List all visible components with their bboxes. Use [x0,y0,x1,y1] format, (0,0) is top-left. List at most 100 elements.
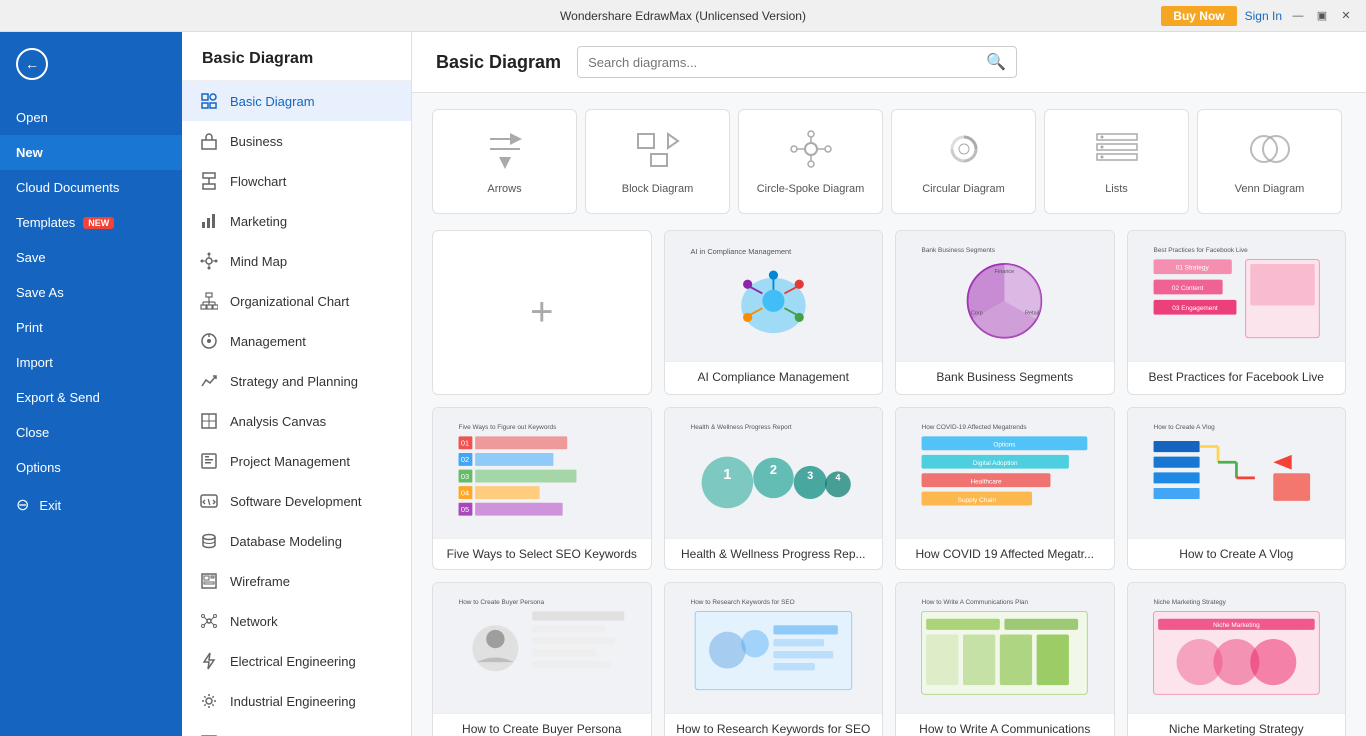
template-label: Bank Business Segments [896,361,1114,392]
template-card-seo[interactable]: Five Ways to Figure out Keywords 01 02 0… [432,407,652,570]
template-thumb: AI in Compliance Management [665,231,883,361]
sidebar-item-save[interactable]: Save [0,240,182,275]
secondary-item-software-dev[interactable]: Software Development [182,481,411,521]
svg-text:How to Research Keywords for S: How to Research Keywords for SEO [690,599,794,606]
svg-text:3: 3 [807,470,813,482]
template-card-niche-marketing[interactable]: Niche Marketing Strategy Niche Marketing… [1127,582,1347,736]
secondary-sidebar-title: Basic Diagram [182,32,411,81]
template-card-covid[interactable]: How COVID-19 Affected Megatrends Options… [895,407,1115,570]
template-card-comms-plan[interactable]: How to Write A Communications Plan How t… [895,582,1115,736]
page-title: Basic Diagram [436,52,561,73]
minimize-button[interactable]: — [1290,8,1306,24]
sidebar-item-open[interactable]: Open [0,100,182,135]
buy-now-button[interactable]: Buy Now [1161,6,1236,26]
svg-text:03 Engagement: 03 Engagement [1172,305,1218,312]
svg-text:4: 4 [835,472,841,482]
template-label: Health & Wellness Progress Rep... [665,538,883,569]
category-label: Circle-Spoke Diagram [757,183,865,195]
template-label: Best Practices for Facebook Live [1128,361,1346,392]
template-thumb: How to Research Keywords for SEO [665,583,883,713]
secondary-item-flowchart[interactable]: Flowchart [182,161,411,201]
back-button[interactable]: ← [0,32,182,96]
secondary-item-management[interactable]: Management [182,321,411,361]
secondary-item-electrical[interactable]: Electrical Engineering [182,641,411,681]
sidebar-label-options: Options [16,460,61,475]
svg-text:Corp: Corp [971,310,983,316]
svg-text:01 Strategy: 01 Strategy [1176,264,1210,271]
svg-text:How COVID-19 Affected Megatren: How COVID-19 Affected Megatrends [922,424,1027,431]
template-thumb: Five Ways to Figure out Keywords 01 02 0… [433,408,651,538]
sidebar-item-save-as[interactable]: Save As [0,275,182,310]
maximize-button[interactable]: ▣ [1314,8,1330,24]
secondary-item-label: Project Management [230,454,350,469]
template-card-buyer-persona[interactable]: How to Create Buyer Persona How to Creat… [432,582,652,736]
category-card-venn[interactable]: Venn Diagram [1197,109,1342,214]
template-label: How COVID 19 Affected Megatr... [896,538,1114,569]
secondary-item-network[interactable]: Network [182,601,411,641]
template-card-bank-business[interactable]: Bank Business Segments Finance Retail Co… [895,230,1115,395]
secondary-item-marketing[interactable]: Marketing [182,201,411,241]
category-card-circular[interactable]: Circular Diagram [891,109,1036,214]
sidebar-label-print: Print [16,320,43,335]
svg-text:Niche Marketing Strategy: Niche Marketing Strategy [1153,599,1226,606]
svg-text:Finance: Finance [995,269,1015,275]
template-label: How to Create Buyer Persona [433,713,651,736]
secondary-item-industrial[interactable]: Industrial Engineering [182,681,411,721]
strategy-icon [198,370,220,392]
arrows-icon [480,129,530,177]
search-input[interactable] [588,55,978,70]
secondary-item-wireframe[interactable]: Wireframe [182,561,411,601]
sidebar-item-export[interactable]: Export & Send [0,380,182,415]
software-dev-icon [198,490,220,512]
sidebar-item-close[interactable]: Close [0,415,182,450]
sidebar-item-options[interactable]: Options [0,450,182,485]
category-row: Arrows Block Diagram [432,109,1346,214]
template-grid: + AI in Compliance Management [432,230,1346,736]
marketing-icon [198,210,220,232]
diagram-grid: Arrows Block Diagram [412,93,1366,736]
secondary-item-analysis[interactable]: Analysis Canvas [182,401,411,441]
category-card-arrows[interactable]: Arrows [432,109,577,214]
category-label: Arrows [487,183,521,195]
category-card-lists[interactable]: Lists [1044,109,1189,214]
sidebar-item-import[interactable]: Import [0,345,182,380]
template-card-vlog[interactable]: How to Create A Vlog [1127,407,1347,570]
sidebar-item-new[interactable]: New [0,135,182,170]
template-label: How to Research Keywords for SEO [665,713,883,736]
svg-text:How to Write A Communications: How to Write A Communications Plan [922,599,1029,606]
svg-text:Digital Adoption: Digital Adoption [973,460,1018,467]
secondary-item-database[interactable]: Database Modeling [182,521,411,561]
sidebar-item-print[interactable]: Print [0,310,182,345]
secondary-item-strategy[interactable]: Strategy and Planning [182,361,411,401]
add-new-card[interactable]: + [432,230,652,395]
secondary-item-building-plan[interactable]: Building Plan [182,721,411,736]
template-label: Niche Marketing Strategy [1128,713,1346,736]
secondary-item-basic-diagram[interactable]: Basic Diagram [182,81,411,121]
sign-in-button[interactable]: Sign In [1245,9,1282,23]
app-title: Wondershare EdrawMax (Unlicensed Version… [560,9,806,23]
sidebar-item-templates[interactable]: Templates NEW [0,205,182,240]
sidebar-label-save-as: Save As [16,285,64,300]
sidebar-label-import: Import [16,355,53,370]
sidebar-item-cloud[interactable]: Cloud Documents [0,170,182,205]
template-card-ai-compliance[interactable]: AI in Compliance Management [664,230,884,395]
sidebar-item-exit[interactable]: ⊖ Exit [0,485,182,525]
template-card-facebook-live[interactable]: Best Practices for Facebook Live 01 Stra… [1127,230,1347,395]
secondary-item-label: Business [230,134,283,149]
template-card-health-wellness[interactable]: Health & Wellness Progress Report 1 2 3 … [664,407,884,570]
close-button[interactable]: ✕ [1338,8,1354,24]
svg-text:02: 02 [461,455,469,464]
template-card-research-keywords[interactable]: How to Research Keywords for SEO How to … [664,582,884,736]
secondary-item-mind-map[interactable]: Mind Map [182,241,411,281]
search-box[interactable]: 🔍 [577,46,1017,78]
secondary-item-label: Organizational Chart [230,294,349,309]
category-card-block[interactable]: Block Diagram [585,109,730,214]
secondary-item-label: Database Modeling [230,534,342,549]
secondary-item-project-mgmt[interactable]: Project Management [182,441,411,481]
secondary-item-org-chart[interactable]: Organizational Chart [182,281,411,321]
category-card-circle-spoke[interactable]: Circle-Spoke Diagram [738,109,883,214]
secondary-item-business[interactable]: Business [182,121,411,161]
template-thumb: How COVID-19 Affected Megatrends Options… [896,408,1114,538]
template-thumb: How to Create A Vlog [1128,408,1346,538]
secondary-item-label: Wireframe [230,574,290,589]
